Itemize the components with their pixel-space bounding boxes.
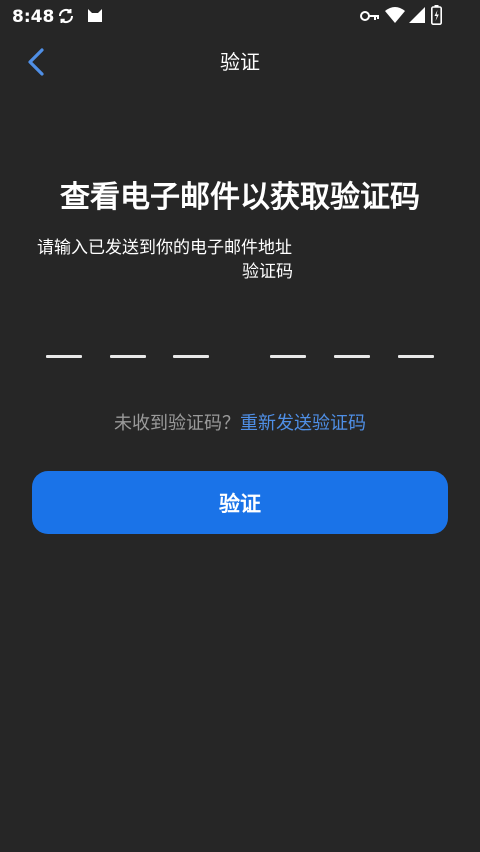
code-input-slot-3[interactable] — [173, 355, 209, 358]
resend-question: 未收到验证码？ — [114, 413, 240, 434]
wifi-icon — [385, 7, 405, 23]
status-bar: 8:48 — [0, 0, 480, 34]
cat-icon — [88, 9, 102, 22]
status-time: 8:48 — [12, 7, 55, 27]
code-input-slot-2[interactable] — [110, 355, 146, 358]
key-icon — [360, 11, 379, 21]
verify-button[interactable]: 验证 — [32, 471, 448, 534]
code-input-slot-6[interactable] — [398, 355, 434, 358]
resend-code-link[interactable]: 重新发送验证码 — [240, 413, 366, 434]
headline: 查看电子邮件以获取验证码 — [60, 180, 420, 215]
instruction-text-tail: 验证码 — [242, 262, 293, 282]
signal-icon — [409, 7, 425, 23]
resend-row: 未收到验证码？重新发送验证码 — [0, 411, 480, 437]
page-title: 验证 — [220, 50, 260, 74]
sync-icon — [58, 9, 74, 23]
code-input-slot-1[interactable] — [46, 355, 82, 358]
instruction-text: 请输入已发送到你的电子邮件地址 — [37, 238, 292, 258]
battery-icon — [431, 5, 442, 25]
code-input-slot-5[interactable] — [334, 355, 370, 358]
code-input-slot-4[interactable] — [270, 355, 306, 358]
